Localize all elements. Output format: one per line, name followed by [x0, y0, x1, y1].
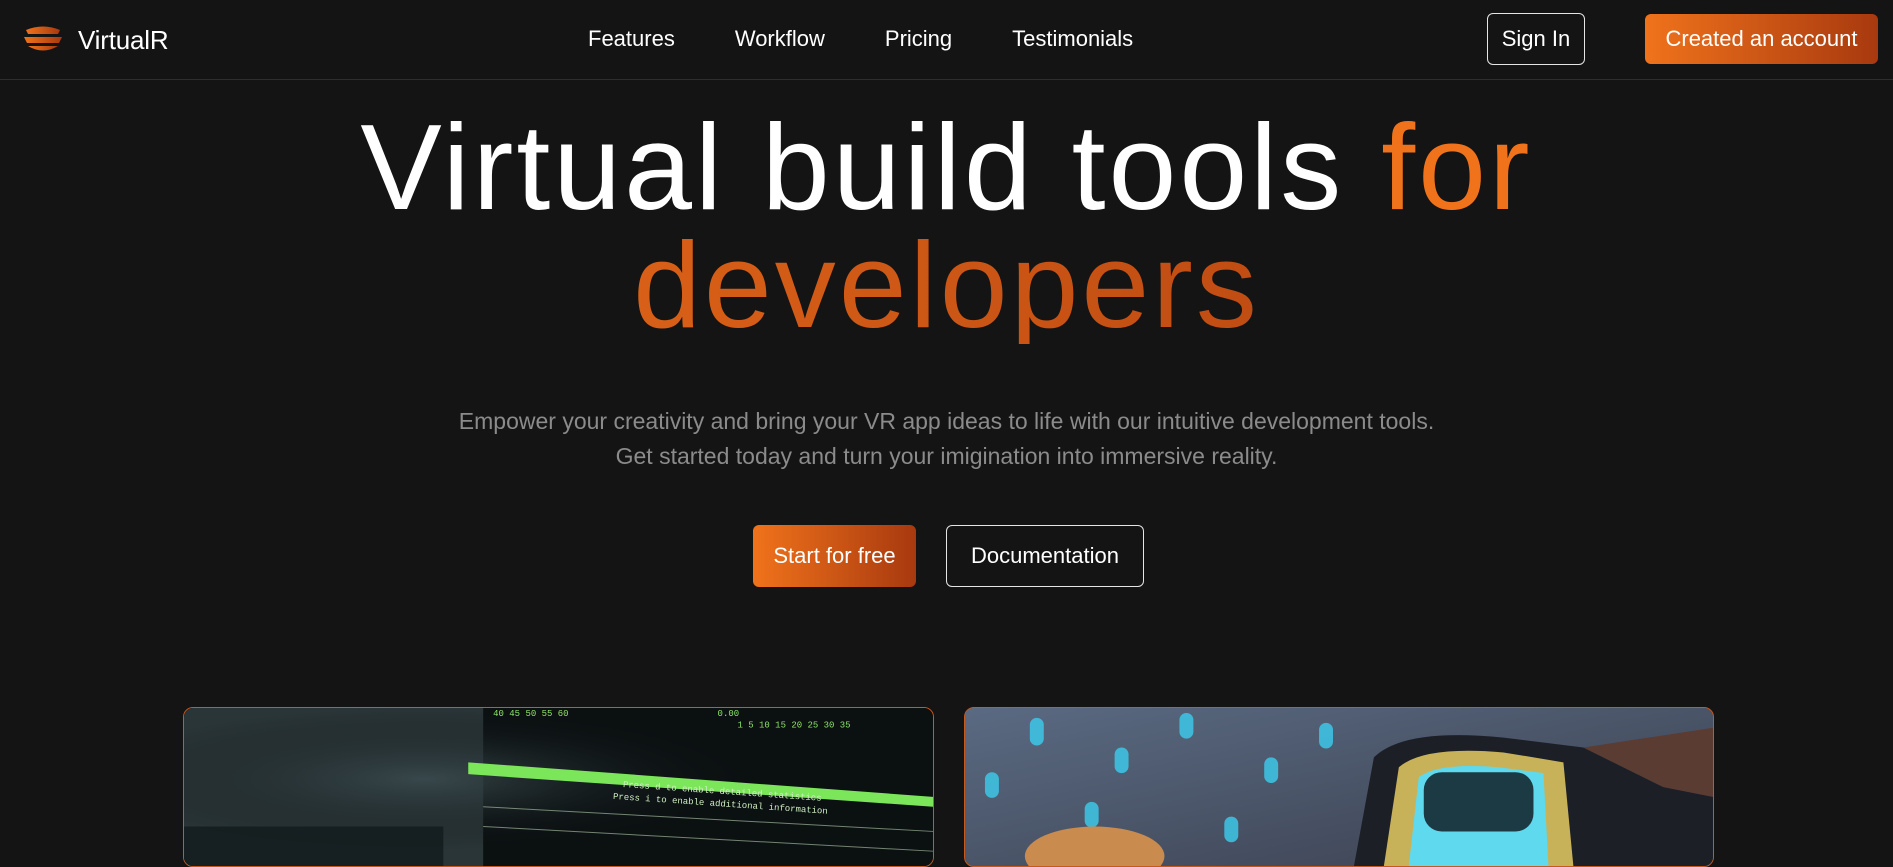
hero-subtitle: Empower your creativity and bring your V…	[0, 404, 1893, 474]
hero-title: Virtual build tools for developers	[0, 106, 1893, 346]
svg-text:40 45 50 55 60: 40 45 50 55 60	[493, 709, 568, 719]
hero-title-accent-for: for	[1381, 99, 1533, 235]
documentation-button[interactable]: Documentation	[946, 525, 1144, 587]
hero-title-white: Virtual build tools	[360, 99, 1345, 235]
nav-link-features[interactable]: Features	[588, 24, 675, 54]
sign-in-button[interactable]: Sign In	[1487, 13, 1585, 65]
vr-headset-image	[964, 707, 1714, 867]
hero-title-line-1: Virtual build tools for	[0, 106, 1893, 228]
layered-stack-logo-icon	[24, 26, 62, 51]
nav-link-workflow[interactable]: Workflow	[735, 24, 825, 54]
nav-link-testimonials[interactable]: Testimonials	[1012, 24, 1133, 54]
svg-text:0.00: 0.00	[718, 709, 740, 719]
brand-logo[interactable]: VirtualR	[22, 22, 169, 58]
hero-subtitle-line-1: Empower your creativity and bring your V…	[458, 408, 1435, 434]
create-account-button[interactable]: Created an account	[1645, 14, 1878, 64]
nav-link-pricing[interactable]: Pricing	[885, 24, 952, 54]
svg-text:1 5 10 15 20 25 30 35: 1 5 10 15 20 25 30 35	[738, 721, 851, 731]
top-navbar: VirtualR Features Workflow Pricing Testi…	[0, 0, 1893, 80]
start-for-free-button[interactable]: Start for free	[753, 525, 916, 587]
main-nav: Features Workflow Pricing Testimonials	[588, 24, 1133, 54]
brand-name: VirtualR	[78, 24, 169, 55]
hero-title-accent-developers: developers	[0, 224, 1893, 346]
hero-subtitle-line-2: Get started today and turn your imiginat…	[615, 443, 1278, 469]
code-terminal-image: 40 45 50 55 60 0.00 1 5 10 15 20 25 30 3…	[183, 707, 934, 867]
